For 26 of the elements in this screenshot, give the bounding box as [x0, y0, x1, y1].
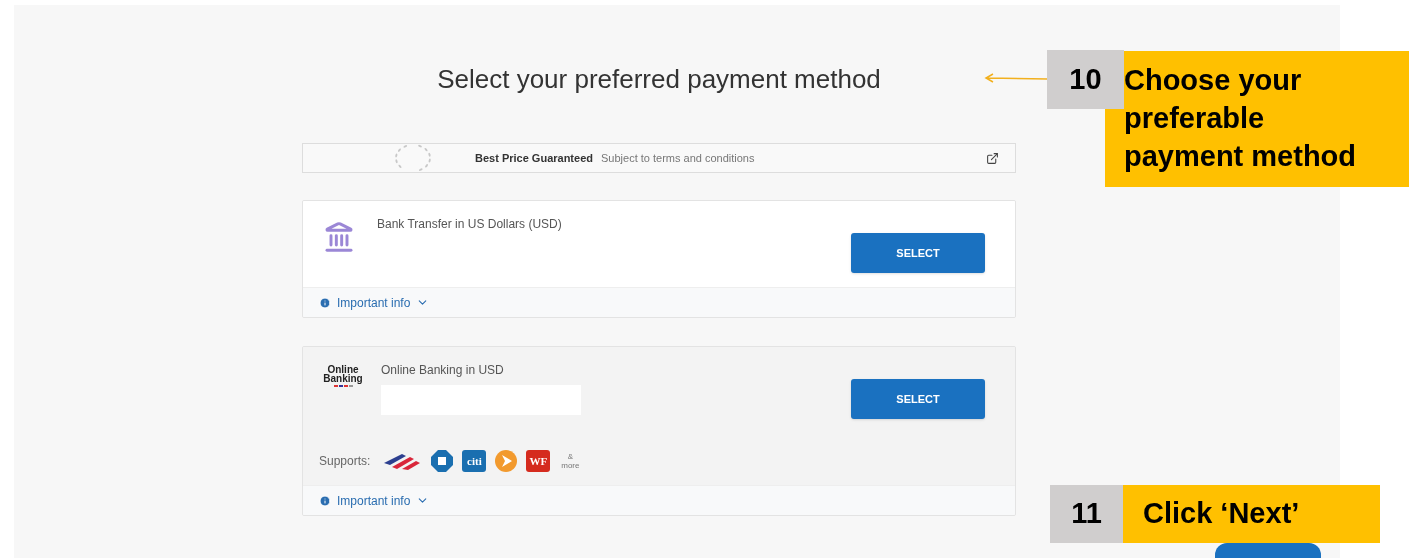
method-name: Bank Transfer in US Dollars (USD)	[377, 216, 563, 233]
bank-logo-icon: WF	[526, 450, 551, 472]
info-icon	[319, 296, 331, 309]
important-info-toggle[interactable]: Important info	[303, 287, 1015, 317]
method-name: Online Banking in USD	[381, 362, 505, 379]
select-button[interactable]: SELECT	[851, 379, 985, 419]
callout-text: Choose your preferable payment method	[1124, 63, 1358, 174]
guarantee-note: Subject to terms and conditions	[601, 150, 755, 166]
step-number: 10	[1047, 50, 1124, 109]
online-banking-logo: Online Banking	[319, 361, 367, 387]
page-title: Select your preferred payment method	[437, 63, 881, 96]
important-info-toggle[interactable]: Important info	[303, 485, 1015, 515]
bank-logo-icon: citi	[462, 450, 487, 472]
step-number: 11	[1050, 485, 1123, 543]
guarantee-label: Best Price Guaranteed	[475, 150, 593, 166]
more-label: & more	[560, 452, 581, 470]
next-button[interactable]	[1215, 543, 1321, 558]
supports-label: Supports:	[319, 453, 371, 470]
leader-arrow	[984, 73, 1048, 83]
info-icon	[319, 494, 331, 507]
select-button[interactable]: SELECT	[851, 233, 985, 273]
arrow-circle-logo-icon	[494, 449, 519, 473]
callout-text: Click ‘Next’	[1143, 496, 1300, 532]
external-link-icon[interactable]	[986, 151, 999, 165]
octagon-logo-icon	[430, 449, 455, 473]
bank-building-icon	[323, 221, 355, 253]
